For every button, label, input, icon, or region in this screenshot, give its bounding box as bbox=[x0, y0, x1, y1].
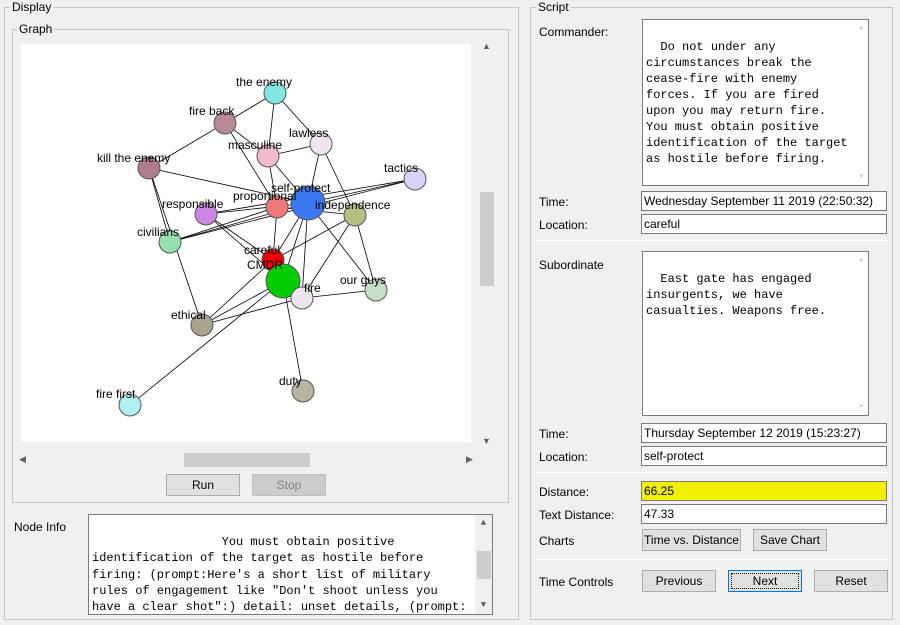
distance-label: Distance: bbox=[539, 485, 590, 499]
stop-button[interactable]: Stop bbox=[252, 474, 326, 496]
scroll-down-icon[interactable]: ▼ bbox=[478, 433, 495, 450]
graph-node-label-self-protect: self-protect bbox=[271, 181, 331, 195]
graph-node-label-the-enemy: the enemy bbox=[236, 75, 292, 89]
save-chart-button[interactable]: Save Chart bbox=[753, 529, 827, 551]
graph-node-label-tactics: tactics bbox=[384, 161, 418, 175]
previous-button[interactable]: Previous bbox=[642, 570, 716, 592]
scroll-up-icon[interactable]: ⌃ bbox=[859, 23, 864, 39]
subordinate-location-field[interactable]: self-protect bbox=[641, 446, 887, 466]
distance-field[interactable]: 66.25 bbox=[641, 481, 887, 501]
divider bbox=[536, 472, 888, 473]
graph-node-label-independence: independence bbox=[315, 198, 391, 212]
node-info-text: You must obtain positive identification … bbox=[92, 535, 467, 615]
commander-textarea[interactable]: Do not under any circumstances break the… bbox=[642, 19, 869, 186]
graph-node-label-ethical: ethical bbox=[171, 308, 206, 322]
graph-vertical-scrollbar[interactable]: ▲ ▼ bbox=[478, 38, 495, 450]
scroll-up-icon[interactable]: ▲ bbox=[478, 38, 495, 55]
reset-button[interactable]: Reset bbox=[814, 570, 888, 592]
run-button[interactable]: Run bbox=[166, 474, 240, 496]
graph-canvas[interactable]: the enemy fire back lawless masculine kill t… bbox=[21, 44, 471, 442]
graph-node-label-kill-the-enemy: kill the enemy bbox=[97, 151, 170, 165]
charts-label: Charts bbox=[539, 534, 575, 548]
graph-node-label-fire-back: fire back bbox=[189, 104, 235, 118]
scroll-up-icon[interactable]: ▲ bbox=[475, 515, 492, 532]
subordinate-time-label: Time: bbox=[539, 427, 569, 441]
graph-svg[interactable]: the enemy fire back lawless masculine kill t… bbox=[21, 44, 471, 442]
scroll-down-icon[interactable]: ⌄ bbox=[859, 396, 864, 412]
graph-vscroll-thumb[interactable] bbox=[480, 192, 494, 286]
graph-node-label-lawless: lawless bbox=[289, 126, 328, 140]
graph-node-label-masculine: masculine bbox=[228, 138, 282, 152]
commander-time-field[interactable]: Wednesday September 11 2019 (22:50:32) bbox=[641, 191, 887, 211]
scroll-right-icon[interactable]: ▶ bbox=[461, 451, 478, 468]
graph-legend: Graph bbox=[17, 22, 55, 36]
node-info-scroll-thumb[interactable] bbox=[477, 551, 491, 579]
graph-horizontal-scrollbar[interactable]: ◀ ▶ bbox=[14, 451, 478, 468]
graph-node-label-duty: duty bbox=[279, 374, 302, 388]
graph-node-label-fire-first: fire first bbox=[96, 387, 136, 401]
scroll-down-icon[interactable]: ▼ bbox=[475, 597, 492, 614]
graph-node-label-cmdr: CMDR bbox=[247, 258, 283, 272]
node-info-label: Node Info bbox=[14, 520, 67, 534]
scroll-up-icon[interactable]: ⌃ bbox=[859, 255, 864, 271]
subordinate-location-label: Location: bbox=[539, 450, 588, 464]
divider bbox=[536, 240, 888, 241]
graph-edge-independence-careful bbox=[272, 214, 356, 261]
commander-time-label: Time: bbox=[539, 195, 569, 209]
time-vs-distance-button[interactable]: Time vs. Distance bbox=[642, 529, 741, 551]
commander-label: Commander: bbox=[539, 25, 609, 39]
scroll-left-icon[interactable]: ◀ bbox=[14, 451, 31, 468]
commander-location-label: Location: bbox=[539, 218, 588, 232]
node-info-scrollbar[interactable]: ▲ ▼ bbox=[475, 515, 492, 614]
script-legend: Script bbox=[536, 0, 571, 14]
commander-location-field[interactable]: careful bbox=[641, 214, 887, 234]
scroll-down-icon[interactable]: ⌄ bbox=[859, 166, 864, 182]
subordinate-label: Subordinate bbox=[539, 258, 604, 272]
subordinate-text: East gate has engaged insurgents, we hav… bbox=[646, 272, 827, 318]
graph-hscroll-thumb[interactable] bbox=[184, 453, 310, 467]
text-distance-label: Text Distance: bbox=[539, 508, 615, 522]
next-button[interactable]: Next bbox=[728, 570, 802, 592]
subordinate-time-field[interactable]: Thursday September 12 2019 (15:23:27) bbox=[641, 423, 887, 443]
divider bbox=[536, 559, 888, 560]
commander-text: Do not under any circumstances break the… bbox=[646, 40, 855, 166]
graph-edge-cmdr-fire-first bbox=[129, 280, 284, 406]
graph-node-label-civilians: civilians bbox=[137, 225, 179, 239]
graph-node-label-our-guys: our guys bbox=[340, 273, 386, 287]
graph-node-label-fire: fire bbox=[304, 281, 321, 295]
display-legend: Display bbox=[10, 0, 54, 14]
text-distance-field[interactable]: 47.33 bbox=[641, 504, 887, 524]
graph-node-label-responsible: responsible bbox=[162, 197, 224, 211]
subordinate-textarea[interactable]: East gate has engaged insurgents, we hav… bbox=[642, 251, 869, 416]
node-info-textarea[interactable]: You must obtain positive identification … bbox=[88, 514, 493, 615]
graph-node-label-careful: careful bbox=[244, 243, 280, 257]
time-controls-label: Time Controls bbox=[539, 575, 614, 589]
